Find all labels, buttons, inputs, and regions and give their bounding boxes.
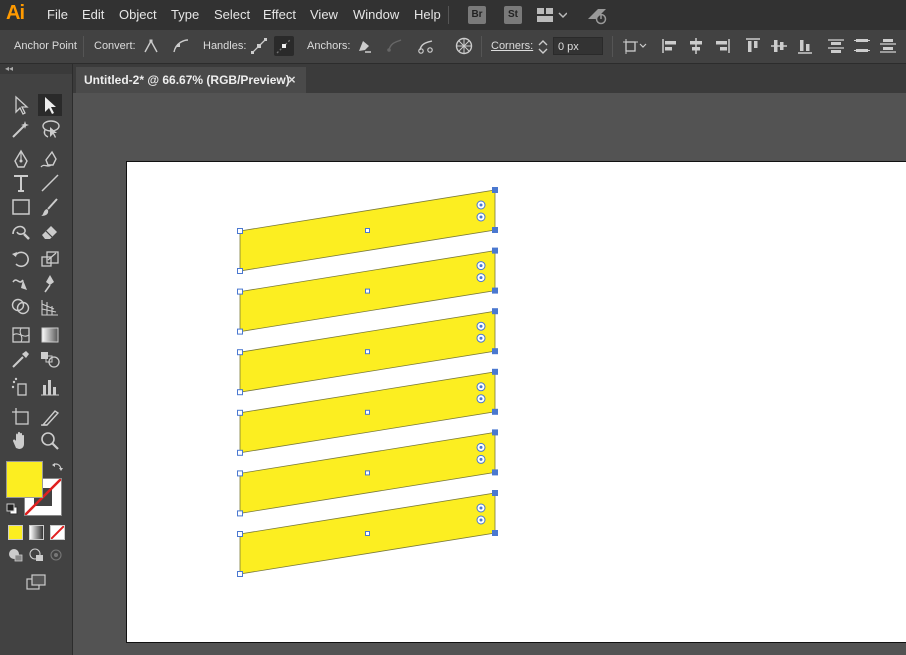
draw-inside-icon[interactable] [46,546,66,564]
menu-type[interactable]: Type [171,7,199,22]
collapse-panel-icon[interactable]: ◂◂ [0,64,72,74]
draw-normal-icon[interactable] [6,546,26,564]
magic-wand-tool-icon[interactable] [9,118,33,140]
hide-handles-icon[interactable] [274,36,294,56]
cut-path-icon[interactable] [416,36,436,56]
menu-select[interactable]: Select [214,7,250,22]
transform-icon[interactable] [622,36,648,56]
distribute-vertical-center-icon[interactable] [852,36,872,56]
workspace-arrange-icon[interactable] [537,7,568,28]
gradient-tool-icon[interactable] [38,324,62,346]
stock-button[interactable]: St [504,6,522,24]
align-right-icon[interactable] [712,36,732,56]
puppet-warp-tool-icon[interactable] [38,272,62,294]
remove-anchor-icon[interactable] [354,36,374,56]
convert-label: Convert: [94,40,136,52]
menu-help[interactable]: Help [414,7,441,22]
menu-window[interactable]: Window [353,7,399,22]
control-divider [83,36,84,57]
control-bar: Anchor Point Convert: Handles: Anchors: … [0,30,906,64]
default-fill-stroke-icon[interactable] [6,502,18,520]
pen-tool-icon[interactable] [9,148,33,170]
rectangle-tool-icon[interactable] [9,196,33,218]
current-tool-label[interactable]: Anchor Point [14,40,77,52]
eyedropper-tool-icon[interactable] [9,348,33,370]
convert-to-smooth-icon[interactable] [171,36,191,56]
document-tab-title: Untitled-2* @ 66.67% (RGB/Preview) [84,73,290,87]
menu-edit[interactable]: Edit [82,7,104,22]
connect-anchors-icon[interactable] [385,36,405,56]
align-top-icon[interactable] [743,36,763,56]
zoom-tool-icon[interactable] [38,430,62,452]
close-tab-icon[interactable]: × [288,72,296,87]
scale-tool-icon[interactable] [38,248,62,270]
corners-radius-input[interactable]: 0 px [553,37,603,55]
swap-fill-stroke-icon[interactable] [50,461,64,480]
control-divider [481,36,482,57]
paintbrush-tool-icon[interactable] [38,196,62,218]
perspective-grid-tool-icon[interactable] [38,296,62,318]
type-tool-icon[interactable] [9,172,33,194]
control-divider [612,36,613,57]
align-left-icon[interactable] [660,36,680,56]
shape-builder-tool-icon[interactable] [9,296,33,318]
menu-file[interactable]: File [47,7,68,22]
shaper-tool-icon[interactable] [9,220,33,242]
anchors-label: Anchors: [307,40,351,52]
align-vertical-center-icon[interactable] [769,36,789,56]
menu-effect[interactable]: Effect [263,7,296,22]
app-logo: Ai [6,2,25,24]
hand-tool-icon[interactable] [9,430,33,452]
color-mode-button[interactable] [8,525,23,540]
convert-to-corner-icon[interactable] [141,36,161,56]
screen-mode-icon[interactable] [24,571,48,593]
corners-stepper-icon[interactable] [537,38,549,59]
tools-panel: ◂◂ [0,64,73,655]
symbol-sprayer-tool-icon[interactable] [9,376,33,398]
menu-view[interactable]: View [310,7,338,22]
curvature-tool-icon[interactable] [38,148,62,170]
slice-tool-icon[interactable] [38,406,62,428]
menu-divider [448,6,449,24]
artboard[interactable] [126,161,906,643]
show-handles-icon[interactable] [249,36,269,56]
selection-tool-icon[interactable] [9,94,33,116]
corners-label[interactable]: Corners: [491,40,533,52]
eraser-tool-icon[interactable] [38,220,62,242]
draw-behind-icon[interactable] [27,546,47,564]
menu-object[interactable]: Object [119,7,157,22]
mesh-tool-icon[interactable] [9,324,33,346]
align-horizontal-center-icon[interactable] [686,36,706,56]
line-segment-tool-icon[interactable] [38,172,62,194]
handles-label: Handles: [203,40,247,52]
bridge-button[interactable]: Br [468,6,486,24]
distribute-bottom-icon[interactable] [878,36,898,56]
blend-tool-icon[interactable] [38,348,62,370]
document-tab[interactable]: Untitled-2* @ 66.67% (RGB/Preview) × [76,67,306,93]
artboard-tool-icon[interactable] [9,406,33,428]
fill-swatch[interactable] [6,461,43,498]
menu-bar: Ai File Edit Object Type Select Effect V… [0,0,906,30]
column-graph-tool-icon[interactable] [38,376,62,398]
rotate-tool-icon[interactable] [9,248,33,270]
document-tab-bar: Untitled-2* @ 66.67% (RGB/Preview) × [73,64,906,93]
gpu-performance-icon[interactable] [586,5,610,30]
none-mode-button[interactable] [50,525,65,540]
isolate-object-icon[interactable] [454,36,474,56]
align-bottom-icon[interactable] [795,36,815,56]
lasso-tool-icon[interactable] [38,118,62,140]
distribute-top-icon[interactable] [826,36,846,56]
gradient-mode-button[interactable] [29,525,44,540]
direct-selection-tool-icon[interactable] [38,94,62,116]
warp-tool-icon[interactable] [9,272,33,294]
